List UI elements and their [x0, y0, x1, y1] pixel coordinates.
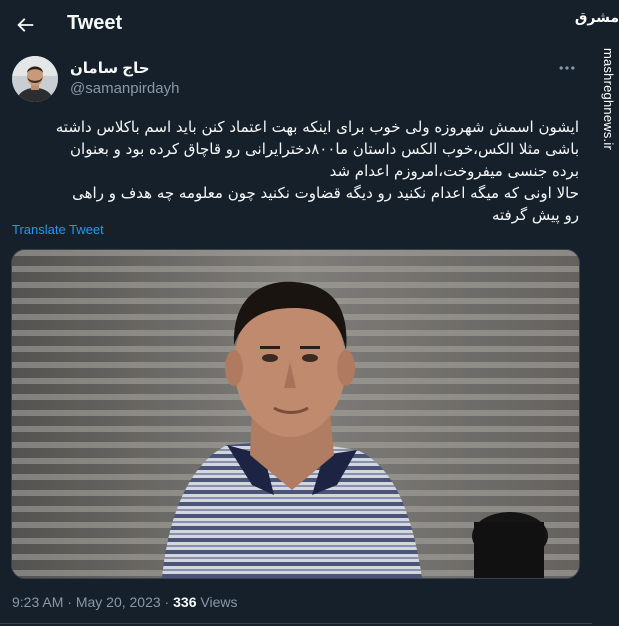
watermark-logo: مشرق [574, 10, 619, 26]
tweet-text: ایشون اسمش شهروزه ولی خوب برای اینکه بهت… [55, 118, 579, 224]
meta-separator-2: · [160, 594, 174, 610]
author-avatar[interactable] [12, 56, 58, 102]
watermark-site: mashreghnews.ir [601, 48, 616, 150]
tweet-meta: 9:23 AM · May 20, 2023 · 336 Views [12, 594, 237, 610]
tweet-page: Tweet حاج سامان @samanpirdayh ایشون اسمش… [0, 0, 619, 626]
meta-separator: · [63, 594, 76, 610]
arrow-left-icon [17, 18, 34, 32]
more-horizontal-icon [559, 66, 575, 70]
divider [0, 623, 592, 624]
more-button[interactable] [555, 58, 579, 78]
views-count: 336 [173, 594, 197, 610]
views-label: Views [196, 594, 238, 610]
translate-tweet-link[interactable]: Translate Tweet [12, 222, 104, 237]
tweet-media-image[interactable] [11, 249, 580, 579]
author-name[interactable]: حاج سامان [70, 59, 150, 77]
tweet-header: Tweet [0, 0, 592, 50]
tweet-time[interactable]: 9:23 AM [12, 594, 63, 610]
back-button[interactable] [8, 8, 42, 42]
avatar-photo [12, 56, 58, 102]
tweet-date[interactable]: May 20, 2023 [76, 594, 161, 610]
watermark-strip: مشرق mashreghnews.ir [574, 0, 619, 626]
page-title: Tweet [67, 12, 123, 34]
author-handle[interactable]: @samanpirdayh [70, 80, 179, 97]
media-photo [12, 250, 579, 578]
